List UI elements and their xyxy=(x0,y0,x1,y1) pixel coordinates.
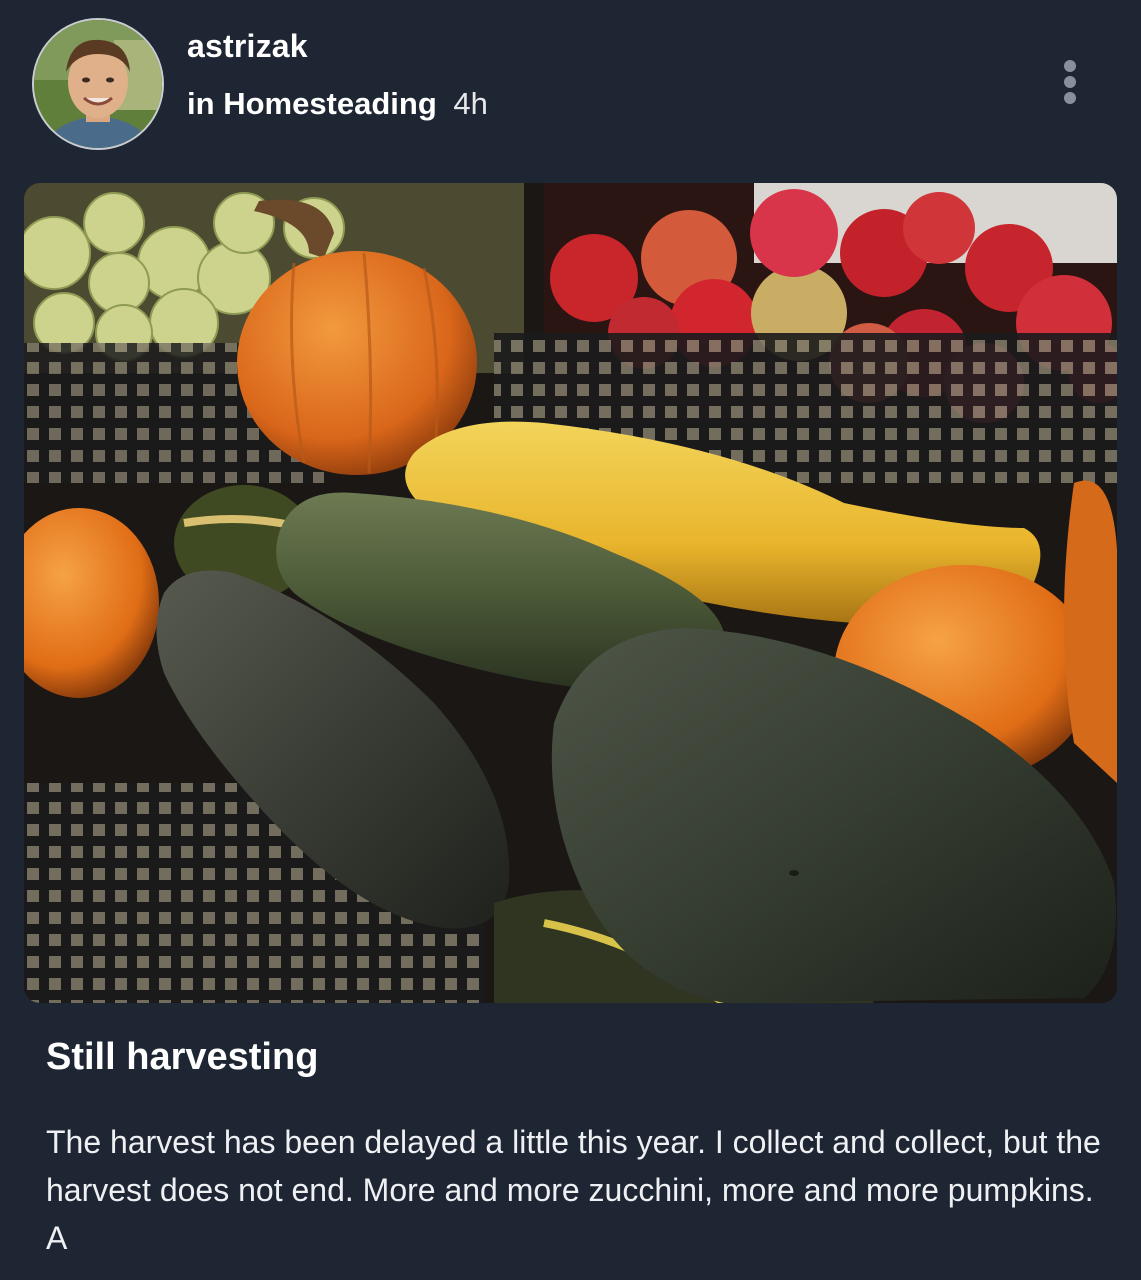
community-link[interactable]: Homesteading xyxy=(223,86,437,121)
post-body[interactable]: The harvest has been delayed a little th… xyxy=(46,1118,1106,1262)
more-dot xyxy=(1064,60,1076,72)
user-avatar-icon[interactable] xyxy=(32,18,164,150)
more-dot xyxy=(1064,92,1076,104)
harvest-photo[interactable] xyxy=(24,183,1117,1003)
post-header: astrizak in Homesteading 4h xyxy=(0,0,1141,170)
more-vertical-icon[interactable] xyxy=(1050,54,1090,110)
community-prefix: in xyxy=(187,86,215,121)
post-title[interactable]: Still harvesting xyxy=(46,1036,318,1079)
post-timestamp: 4h xyxy=(453,86,488,121)
more-dot xyxy=(1064,76,1076,88)
post-meta: in Homesteading 4h xyxy=(187,86,488,122)
author-username[interactable]: astrizak xyxy=(187,28,308,65)
post-card: astrizak in Homesteading 4h Still harves… xyxy=(0,0,1141,1280)
